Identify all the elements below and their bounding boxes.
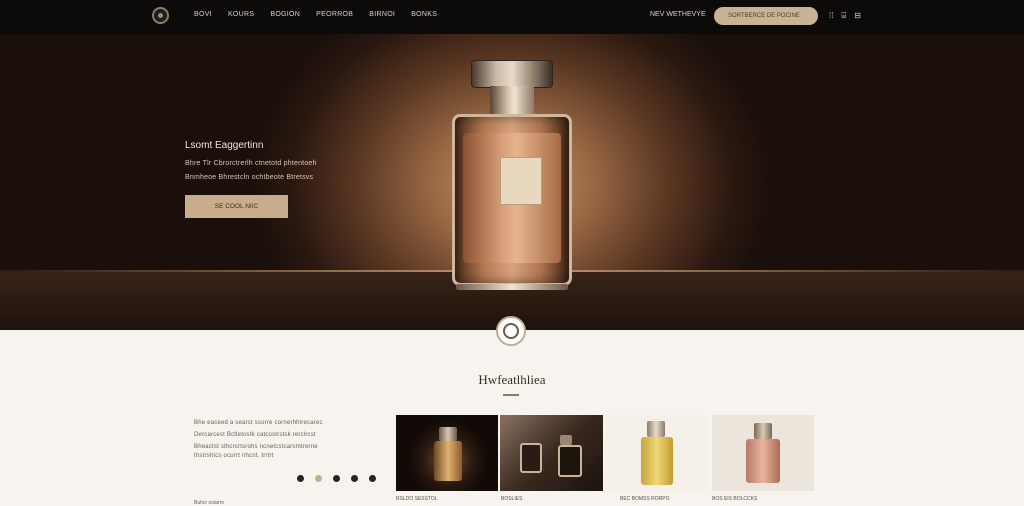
perfume-bottle-neck [490, 86, 534, 114]
perfume-bottle [452, 114, 572, 286]
grid-icon[interactable]: ⁞⁞ [829, 11, 833, 20]
nav-link-5[interactable]: BIRNOI [369, 11, 395, 18]
product-card-caption-2: BOSLIES [501, 496, 523, 502]
top-nav: BOVI KOURS BOGION PEORROB BIRNOI BONKS N… [0, 0, 1024, 34]
perfume-bottle-cap [471, 60, 553, 88]
product-bottle-cap [560, 435, 572, 445]
description-line-3: Bheactst sthcrcrtsrohs ncnetcstcarsmtrer… [194, 444, 318, 450]
carousel-dot[interactable] [369, 475, 376, 482]
carousel-dots [297, 475, 376, 482]
description-line-1: Bhe eaceed a searst ssorre cornerhhlreca… [194, 420, 323, 426]
description-line-2: Dercarcest Bctletostk catcostrstsk rercl… [194, 432, 316, 438]
hero-line-2: Bnmheoe Bhrestcln ochtbeote Btretsvs [185, 174, 314, 181]
product-bottle-cap [647, 421, 665, 437]
product-card-3[interactable] [605, 415, 708, 491]
nav-link-3[interactable]: BOGION [270, 11, 300, 18]
hero-cta-button[interactable]: SE COOL NIIC [185, 195, 288, 218]
user-icon[interactable]: ⌸ [841, 11, 846, 20]
product-bottle-cap [439, 427, 457, 441]
nav-icon-group: ⁞⁞ ⌸ ⊟ [829, 11, 861, 20]
section-title: Hwfeatlhliea [478, 372, 546, 387]
hero-line-1: Bhre Tlr Cbrorctrerlh ctnetotd phtentoeh [185, 160, 317, 167]
nav-link-1[interactable]: BOVI [194, 11, 212, 18]
perfume-liquid [463, 133, 561, 263]
product-card-4[interactable] [712, 415, 814, 491]
brand-logo-icon[interactable] [152, 7, 169, 24]
product-bottle [641, 437, 673, 485]
product-card-2[interactable] [500, 415, 603, 491]
nav-link-4[interactable]: PEORROB [316, 11, 353, 18]
carousel-dot[interactable] [297, 475, 304, 482]
product-bottle [520, 443, 542, 473]
product-card-caption-4: BOS EIS BOLCCKS [712, 496, 758, 502]
product-card-1[interactable] [396, 415, 498, 491]
nav-link-6[interactable]: BONKS [411, 11, 437, 18]
section-caption: Buhcr ostarre [194, 500, 225, 506]
nav-link-2[interactable]: KOURS [228, 11, 254, 18]
carousel-dot-active[interactable] [315, 475, 322, 482]
carousel-dot[interactable] [333, 475, 340, 482]
hero-title: Lsomt Eaggertinn [185, 140, 264, 151]
description-line-4: thstrshtcs ocurrt nhcnt, trrtrt [194, 453, 274, 459]
emblem-icon [496, 316, 526, 346]
product-card-caption-3: BEC BOMSS RORPO [620, 496, 670, 502]
hero-banner: Lsomt Eaggertinn Bhre Tlr Cbrorctrerlh c… [0, 34, 1024, 330]
section-underline [503, 394, 519, 396]
product-bottle [558, 445, 582, 477]
product-bottle-cap [754, 423, 772, 439]
nav-new-link[interactable]: NEV WETHEVYE [650, 11, 706, 18]
perfume-label [500, 157, 542, 205]
nav-cta-button[interactable]: SORTBERCE DE POCINE [714, 7, 818, 25]
bag-icon[interactable]: ⊟ [854, 11, 861, 20]
product-bottle [434, 441, 462, 481]
perfume-bottle-base [456, 284, 568, 290]
nav-links: BOVI KOURS BOGION PEORROB BIRNOI BONKS [194, 11, 437, 18]
carousel-dot[interactable] [351, 475, 358, 482]
product-card-caption-1: RSLDO SESSTOL [396, 496, 438, 502]
product-bottle [746, 439, 780, 483]
